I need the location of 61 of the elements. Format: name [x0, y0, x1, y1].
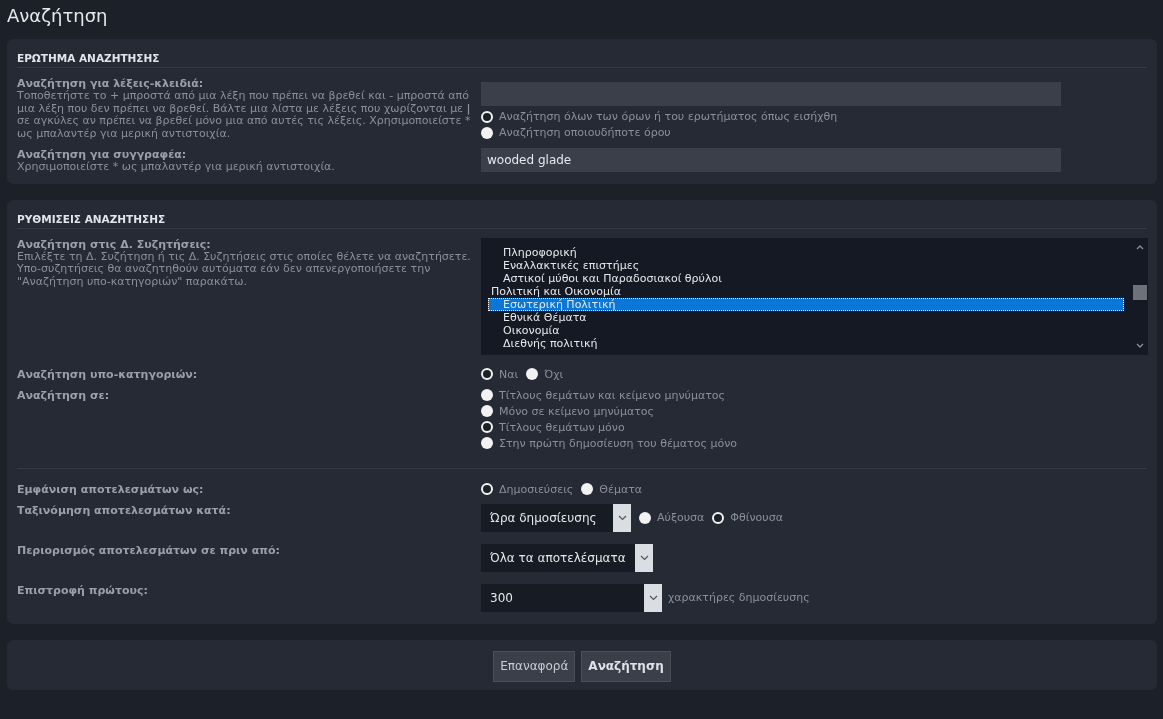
radio-button[interactable]	[481, 483, 493, 495]
list-item[interactable]: Αστικοί μύθοι και Παραδοσιακοί θρύλοι	[488, 271, 1124, 285]
radio-label[interactable]: Αναζήτηση οποιουδήποτε όρου	[499, 126, 671, 139]
radio-button[interactable]	[481, 110, 493, 123]
dropdown[interactable]: Ώρα δημοσίευσης	[481, 503, 631, 532]
radio-button[interactable]	[581, 483, 594, 495]
radio-label[interactable]: Τίτλους θεμάτων και κείμενο μηνύματος	[499, 388, 725, 402]
chevron-down-icon[interactable]	[648, 594, 658, 601]
radio-label[interactable]: Στην πρώτη δημοσίευση του θέματος μόνο	[499, 436, 737, 450]
list-item[interactable]: Εναλλακτικές επιστήμες	[488, 258, 1124, 272]
list-item[interactable]: Διεθνής πολιτική	[488, 336, 1124, 350]
radio-label[interactable]: Αναζήτηση όλων των όρων ή του ερωτήματος όπως εισήχθη	[499, 110, 838, 123]
list-item[interactable]: Οικονομία	[488, 323, 1124, 337]
radio-label[interactable]: Δημοσιεύσεις	[499, 482, 574, 496]
page-title: Αναζήτηση	[7, 5, 108, 26]
field-label: Επιστροφή πρώτους:	[17, 583, 148, 597]
radio-button[interactable]	[481, 126, 493, 139]
radio-button[interactable]	[481, 389, 493, 401]
radio-label[interactable]: Θέματα	[599, 482, 643, 496]
chevron-down-icon[interactable]	[617, 514, 627, 521]
radio-label[interactable]: Αύξουσα	[657, 511, 705, 524]
dropdown[interactable]: 300	[481, 583, 662, 612]
radio-button[interactable]	[481, 421, 493, 433]
radio-label[interactable]: Φθίνουσα	[730, 511, 783, 524]
list-item[interactable]: Εθνικά Θέματα	[488, 310, 1124, 324]
radio-button[interactable]	[712, 511, 725, 524]
scroll-up-icon[interactable]	[1136, 243, 1144, 250]
field-label: Αναζήτηση για λέξεις-κλειδιά:	[17, 77, 204, 90]
field-description: Επιλέξτε τη Δ. Συζήτηση ή τις Δ. Συζητήσεις στις οποίες θέλετε να αναζητήσετε. Υπο-συζητήσεις θα αναζητηθούν αυτόματα εάν δεν απενεργοποιήσετε την "Αναζήτηση υπο-κατηγοριών" παρακάτω.	[17, 250, 472, 288]
radio-label[interactable]: Μόνο σε κείμενο μηνύματος	[499, 404, 654, 418]
section-heading: ΡΥΘΜΙΣΕΙΣ ΑΝΑΖΗΤΗΣΗΣ	[17, 211, 166, 227]
input-field[interactable]: wooded glade	[481, 148, 1061, 172]
field-label: Αναζήτηση για συγγραφέα:	[17, 148, 187, 161]
field-label: Ταξινόμηση αποτελεσμάτων κατά:	[17, 503, 231, 517]
radio-button[interactable]	[526, 368, 539, 380]
section-heading: ΕΡΩΤΗΜΑ ΑΝΑΖΗΤΗΣΗΣ	[17, 51, 160, 66]
list-item[interactable]: Πολιτική και Οικονομία	[488, 284, 1124, 298]
list-item[interactable]: Πληροφορική	[488, 245, 1124, 259]
radio-button[interactable]	[481, 405, 493, 417]
forum-listbox[interactable]: Πληροφορική Εναλλακτικές επιστήμες Αστικοί μύθοι και Παραδοσιακοί θρύλοι Πολιτική και Οικονομία Εσωτερική Πολιτική Εθνικά Θέματα Οικονομία Διεθνής πολιτική	[481, 237, 1148, 355]
radio-label[interactable]: Τίτλους θεμάτων μόνο	[499, 420, 625, 434]
radio-button[interactable]	[639, 511, 651, 524]
radio-label[interactable]: Ναι	[499, 367, 519, 381]
list-item[interactable]: Εσωτερική Πολιτική	[488, 297, 1124, 311]
reset-button[interactable]: Επαναφορά	[493, 650, 576, 682]
field-label: Περιορισμός αποτελεσμάτων σε πριν από:	[17, 543, 280, 557]
field-label: Αναζήτηση στις Δ. Συζητήσεις:	[17, 237, 211, 251]
search-button[interactable]: Αναζήτηση	[581, 650, 671, 682]
field-label: Αναζήτηση σε:	[17, 388, 110, 402]
chevron-down-icon[interactable]	[639, 554, 649, 561]
unit-label: χαρακτήρες δημοσίευσης	[668, 591, 810, 604]
scroll-down-icon[interactable]	[1136, 342, 1144, 349]
field-label: Αναζήτηση υπο-κατηγοριών:	[17, 367, 198, 381]
scrollbar-thumb[interactable]	[1133, 284, 1147, 300]
field-description: Χρησιμοποιείστε * ως μπαλαντέρ για μερική αντιστοιχία.	[17, 161, 335, 174]
radio-button[interactable]	[481, 368, 493, 380]
field-label: Εμφάνιση αποτελεσμάτων ως:	[17, 482, 204, 496]
radio-label[interactable]: Όχι	[544, 367, 564, 381]
field-description: Τοποθετήστε το + μπροστά από μια λέξη που πρέπει να βρεθεί και - μπροστά από μια λέξη που δεν πρέπει να βρεθεί. Βάλτε μια λίστα με λέξεις που χωρίζονται με | σε αγκύλες αν πρέπει να βρεθεί μόνο μια από αυτές τις λέξεις. Χρησιμοποιείστε * ως μπαλαντέρ για μερική αντιστοιχία.	[17, 90, 472, 140]
radio-button[interactable]	[481, 437, 493, 449]
dropdown[interactable]: Όλα τα αποτελέσματα	[481, 543, 653, 572]
